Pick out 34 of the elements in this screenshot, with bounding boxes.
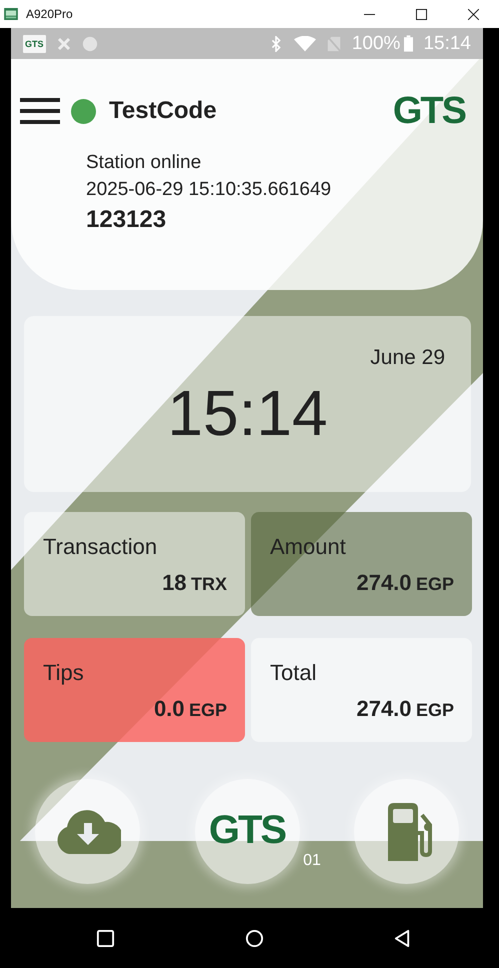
- stat-value: 0.0 EGP: [154, 696, 227, 722]
- clock-time: 15:14: [167, 376, 328, 450]
- wifi-icon: [294, 36, 316, 52]
- button-caption: 01: [303, 852, 321, 870]
- station-code: 123123: [86, 206, 168, 234]
- status-time: 15:14: [423, 32, 471, 54]
- battery-icon: [404, 35, 414, 52]
- maximize-icon[interactable]: [416, 8, 427, 20]
- back-icon[interactable]: [393, 928, 412, 948]
- stat-label: Tips: [43, 660, 85, 686]
- stat-value: 274.0 EGP: [356, 696, 454, 722]
- stat-label: Amount: [270, 534, 347, 560]
- cloud-download-icon: [54, 810, 120, 854]
- logo: GTS: [208, 810, 286, 850]
- clock-date: June 29: [370, 346, 445, 370]
- home-icon[interactable]: [244, 928, 264, 948]
- circle-icon: [82, 36, 98, 52]
- timestamp: 2025-06-29 15:10:35.661649: [86, 179, 332, 201]
- stat-value: 274.0 EGP: [356, 570, 454, 596]
- close-icon[interactable]: [468, 8, 479, 20]
- logo: GTS: [392, 92, 465, 130]
- fuel-pump-icon: [388, 802, 434, 860]
- notification-badge: GTS: [23, 34, 46, 52]
- app-icon: [4, 8, 18, 20]
- window-title: A920Pro: [26, 7, 73, 21]
- no-sim-icon: [326, 36, 342, 52]
- stat-label: Transaction: [43, 534, 158, 560]
- battery-percent: 100%: [352, 32, 400, 54]
- menu-icon[interactable]: [20, 98, 60, 124]
- recent-apps-icon[interactable]: [96, 928, 115, 948]
- stat-label: Total: [270, 660, 318, 686]
- stat-value: 18 TRX: [162, 570, 227, 596]
- station-name: TestCode: [109, 97, 217, 125]
- station-status: Station online: [86, 152, 202, 174]
